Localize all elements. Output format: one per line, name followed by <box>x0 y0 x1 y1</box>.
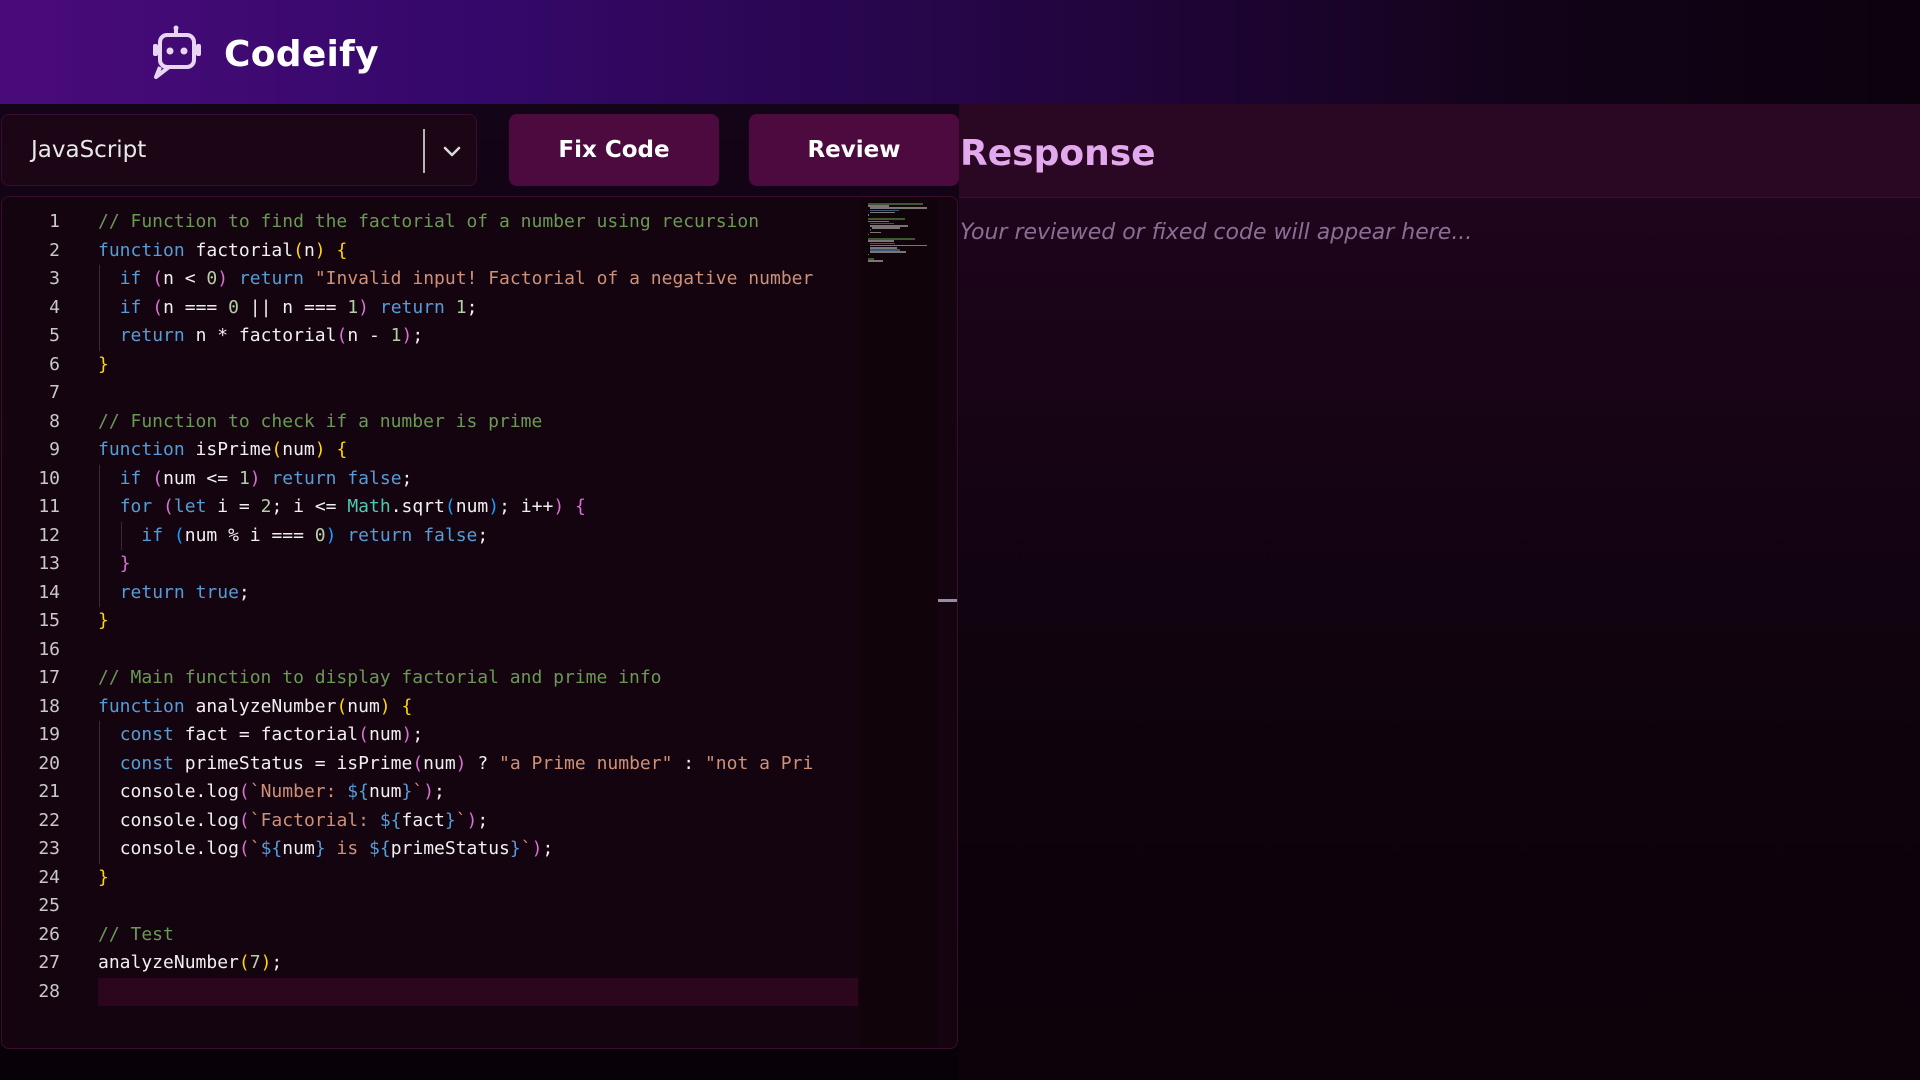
code-line[interactable]: return true; <box>98 579 250 608</box>
line-number: 2 <box>49 239 60 261</box>
language-select[interactable]: JavaScript <box>1 114 477 186</box>
indent-guide <box>99 493 100 522</box>
code-line[interactable]: } <box>98 864 109 893</box>
code-line[interactable]: } <box>98 550 131 579</box>
code-line[interactable]: } <box>98 607 109 636</box>
line-number: 20 <box>38 752 60 774</box>
line-number: 4 <box>49 296 60 318</box>
line-number: 9 <box>49 439 60 460</box>
code-line[interactable]: // Function to check if a number is prim… <box>98 408 542 437</box>
fix-code-button[interactable]: Fix Code <box>509 114 719 186</box>
language-select-value: JavaScript <box>31 137 147 163</box>
line-number: 18 <box>38 695 60 717</box>
line-number: 26 <box>38 923 60 945</box>
response-header: Response <box>959 104 1920 198</box>
minimap-line <box>868 214 869 216</box>
code-text-area[interactable]: // Function to find the factorial of a n… <box>98 197 858 1048</box>
app-root: Codeify JavaScript Fix Code Review 12345… <box>0 0 1920 1080</box>
scrollbar-thumb[interactable] <box>938 599 957 602</box>
line-number: 16 <box>38 638 60 660</box>
line-number: 28 <box>38 980 60 1002</box>
code-line[interactable]: const primeStatus = isPrime(num) ? "a Pr… <box>98 750 814 779</box>
line-number: 17 <box>38 667 60 688</box>
line-number: 5 <box>49 325 60 346</box>
response-title: Response <box>960 133 1156 174</box>
line-number: 25 <box>38 895 60 916</box>
indent-guide <box>99 521 100 550</box>
indent-guide <box>121 521 122 550</box>
code-line[interactable]: function factorial(n) { <box>98 237 347 266</box>
chevron-down-icon[interactable] <box>440 139 464 163</box>
line-number: 8 <box>49 410 60 432</box>
line-number: 27 <box>38 952 60 973</box>
app-header: Codeify <box>0 0 1920 104</box>
code-line[interactable]: console.log(`${num} is ${primeStatus}`); <box>98 835 554 864</box>
indent-guide <box>99 835 100 864</box>
code-line[interactable]: for (let i = 2; i <= Math.sqrt(num); i++… <box>98 493 586 522</box>
line-number: 23 <box>38 838 60 859</box>
line-number: 13 <box>38 553 60 574</box>
line-number: 19 <box>38 724 60 745</box>
code-line[interactable]: if (n < 0) return "Invalid input! Factor… <box>98 265 814 294</box>
code-line[interactable]: if (num % i === 0) return false; <box>98 522 488 551</box>
line-number: 10 <box>38 467 60 489</box>
line-number: 3 <box>49 268 60 289</box>
indent-guide <box>99 721 100 750</box>
indent-guide <box>99 293 100 322</box>
response-placeholder: Your reviewed or fixed code will appear … <box>960 220 1473 245</box>
code-line[interactable]: } <box>98 351 109 380</box>
minimap-line <box>869 231 881 234</box>
code-line[interactable]: console.log(`Number: ${num}`); <box>98 778 445 807</box>
code-line[interactable]: const fact = factorial(num); <box>98 721 424 750</box>
code-line[interactable]: analyzeNumber(7); <box>98 949 282 978</box>
code-editor[interactable]: 1 2 3 4 5 6 7 8 9 10 11 12 13 14 15 16 17 18 19 20 21 22 23 24 2… <box>1 196 958 1049</box>
indent-guide <box>99 550 100 579</box>
line-number: 1 <box>49 211 60 232</box>
select-divider <box>423 129 425 173</box>
code-line[interactable]: // Main function to display factorial an… <box>98 664 662 693</box>
line-number: 7 <box>49 382 60 403</box>
indent-guide <box>99 464 100 493</box>
code-line[interactable]: console.log(`Factorial: ${fact}`); <box>98 807 489 836</box>
line-number: 11 <box>38 496 60 517</box>
indent-guide <box>99 806 100 835</box>
line-number: 6 <box>49 353 60 375</box>
minimap-line <box>868 233 869 236</box>
robot-icon <box>153 25 201 79</box>
response-panel: Response Your reviewed or fixed code wil… <box>959 104 1920 1080</box>
line-number-gutter: 1 2 3 4 5 6 7 8 9 10 11 12 13 14 15 16 17 18 19 20 21 22 23 24 2… <box>2 197 82 1048</box>
indent-guide <box>99 749 100 778</box>
indent-guide <box>99 265 100 294</box>
line-number: 21 <box>38 781 60 802</box>
minimap-line <box>869 211 895 214</box>
code-line[interactable]: if (num <= 1) return false; <box>98 465 413 494</box>
code-line[interactable]: // Function to find the factorial of a n… <box>98 208 759 237</box>
minimap[interactable] <box>860 197 938 1048</box>
indent-guide <box>99 578 100 607</box>
line-number: 14 <box>38 581 60 603</box>
minimap-line <box>869 251 906 253</box>
line-number: 22 <box>38 809 60 831</box>
line-number: 24 <box>38 866 60 888</box>
line-number: 12 <box>38 524 60 546</box>
indent-guide <box>99 778 100 807</box>
code-line[interactable]: return n * factorial(n - 1); <box>98 322 424 351</box>
indent-guide <box>99 322 100 351</box>
line-number: 15 <box>38 610 60 631</box>
app-title: Codeify <box>224 34 379 75</box>
code-line[interactable]: function isPrime(num) { <box>98 436 347 465</box>
minimap-line <box>868 253 869 256</box>
minimap-line <box>871 227 901 229</box>
code-line[interactable]: if (n === 0 || n === 1) return 1; <box>98 294 478 323</box>
code-line[interactable]: // Test <box>98 921 174 950</box>
code-line[interactable]: function analyzeNumber(num) { <box>98 693 412 722</box>
review-button[interactable]: Review <box>749 114 959 186</box>
minimap-line <box>868 260 884 262</box>
